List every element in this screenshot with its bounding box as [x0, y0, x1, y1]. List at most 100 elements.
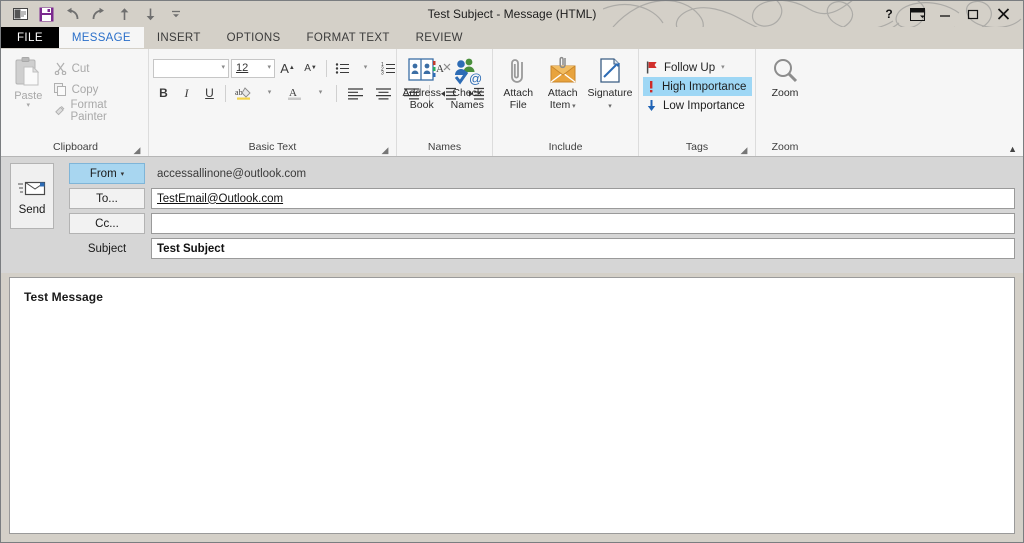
ribbon-group-clipboard: Paste ▾ Cut Copy Format Painter Clipboar…: [3, 49, 149, 156]
font-color-caret-icon[interactable]: ▾: [310, 83, 331, 104]
font-size-caret-icon[interactable]: ▾: [267, 64, 271, 72]
from-value[interactable]: accessallinone@outlook.com: [151, 163, 1015, 184]
address-book-label-line1: Address: [402, 87, 442, 99]
underline-button[interactable]: U: [199, 83, 220, 104]
tab-insert[interactable]: INSERT: [144, 27, 214, 48]
compose-header: Send From ▾ accessallinone@outlook.com T…: [1, 157, 1023, 273]
bold-label: B: [159, 86, 168, 100]
to-input[interactable]: TestEmail@Outlook.com: [151, 188, 1015, 209]
format-painter-button[interactable]: Format Painter: [50, 99, 144, 123]
save-icon[interactable]: [33, 3, 59, 25]
minimize-icon[interactable]: [931, 2, 959, 26]
subject-value: Test Subject: [157, 242, 225, 255]
address-book-button[interactable]: Address Book: [401, 53, 443, 111]
quick-access-toolbar: [1, 3, 189, 25]
zoom-button[interactable]: Zoom: [762, 53, 808, 100]
to-button[interactable]: To...: [69, 188, 145, 209]
message-body[interactable]: Test Message: [9, 277, 1015, 534]
bullets-caret-icon[interactable]: ▾: [355, 58, 376, 79]
next-item-icon[interactable]: [137, 3, 163, 25]
italic-label: I: [184, 85, 189, 100]
clipboard-group-label-text: Clipboard: [53, 141, 98, 153]
attach-item-caret-icon[interactable]: ▾: [570, 103, 576, 110]
maximize-icon[interactable]: [959, 2, 987, 26]
tab-format-text[interactable]: FORMAT TEXT: [294, 27, 403, 48]
close-icon[interactable]: [987, 2, 1019, 26]
tab-file[interactable]: FILE: [1, 27, 59, 48]
zoom-button-label: Zoom: [771, 87, 799, 99]
outlook-message-window: Test Subject - Message (HTML) ? FILE MES…: [0, 0, 1024, 543]
align-left-button[interactable]: [342, 83, 368, 104]
follow-up-caret-icon[interactable]: ▾: [721, 64, 725, 72]
signature-button[interactable]: Signature ▾: [586, 53, 634, 112]
low-importance-button[interactable]: Low Importance: [643, 96, 752, 115]
cut-button[interactable]: Cut: [50, 59, 144, 78]
attach-file-label-line2: File: [509, 98, 527, 111]
tab-review[interactable]: REVIEW: [403, 27, 476, 48]
collapse-ribbon-icon[interactable]: ▲: [1008, 144, 1017, 154]
tags-dialog-launcher[interactable]: ◢: [739, 145, 749, 155]
bullets-button[interactable]: [332, 58, 353, 79]
text-highlight-button[interactable]: ab: [231, 83, 257, 104]
bold-button[interactable]: B: [153, 83, 174, 104]
redo-icon[interactable]: [85, 3, 111, 25]
tab-message[interactable]: MESSAGE: [58, 27, 144, 48]
divider: [225, 84, 226, 102]
cc-button[interactable]: Cc...: [69, 213, 145, 234]
help-icon[interactable]: ?: [875, 2, 903, 26]
font-size-input[interactable]: 12 ▾: [231, 58, 275, 78]
high-importance-label: High Importance: [662, 80, 747, 93]
magnifier-icon: [774, 59, 798, 83]
follow-up-button[interactable]: Follow Up ▾: [643, 58, 752, 77]
svg-text:@: @: [469, 71, 482, 86]
copy-icon: [53, 83, 66, 96]
attach-item-label-line2: Item: [549, 98, 571, 111]
font-color-button[interactable]: A: [282, 83, 308, 104]
from-button[interactable]: From ▾: [69, 163, 145, 184]
title-bar: Test Subject - Message (HTML) ?: [1, 1, 1023, 27]
check-names-label-line1: Check: [452, 87, 483, 99]
numbering-button[interactable]: 123: [378, 58, 399, 79]
basic-text-group-label-text: Basic Text: [248, 141, 297, 153]
font-name-caret-icon[interactable]: ▾: [221, 64, 225, 72]
copy-label: Copy: [71, 83, 99, 96]
from-caret-icon: ▾: [120, 170, 125, 178]
grow-font-button[interactable]: A ▲: [277, 58, 298, 79]
attach-file-button[interactable]: Attach File: [497, 53, 539, 111]
font-name-input[interactable]: ▾: [153, 58, 229, 78]
send-button-label: Send: [18, 203, 46, 216]
align-center-button[interactable]: [370, 83, 396, 104]
grow-font-label: A: [280, 60, 289, 76]
undo-icon[interactable]: [59, 3, 85, 25]
customize-qat-icon[interactable]: [163, 3, 189, 25]
subject-input[interactable]: Test Subject: [151, 238, 1015, 259]
copy-button[interactable]: Copy: [50, 80, 144, 99]
cc-input[interactable]: [151, 213, 1015, 234]
zoom-group-label-text: Zoom: [771, 141, 799, 153]
attach-item-button[interactable]: Attach Item ▾: [541, 53, 583, 112]
paste-button[interactable]: Paste ▾: [7, 53, 50, 110]
clipboard-dialog-launcher[interactable]: ◢: [132, 145, 142, 155]
shrink-font-button[interactable]: A ▼: [300, 58, 321, 79]
tags-group-label-text: Tags: [685, 141, 709, 153]
paste-label: Paste: [14, 90, 43, 102]
tab-options[interactable]: OPTIONS: [214, 27, 294, 48]
outlook-icon[interactable]: [7, 3, 33, 25]
signature-caret-icon[interactable]: ▾: [608, 103, 612, 110]
check-names-icon: @: [455, 58, 482, 86]
basic-text-dialog-launcher[interactable]: ◢: [380, 145, 390, 155]
previous-item-icon[interactable]: [111, 3, 137, 25]
follow-up-label: Follow Up: [664, 61, 716, 74]
highlight-caret-icon[interactable]: ▾: [259, 83, 280, 104]
include-group-label-text: Include: [548, 141, 583, 153]
high-importance-button[interactable]: High Importance: [643, 77, 753, 96]
check-names-button[interactable]: @ Check Names: [447, 53, 489, 111]
send-button[interactable]: Send: [10, 163, 54, 229]
ribbon-display-options-icon[interactable]: [903, 2, 931, 26]
font-size-value: 12: [236, 62, 249, 74]
italic-button[interactable]: I: [176, 83, 197, 104]
svg-text:3: 3: [381, 70, 384, 75]
subject-row: Subject Test Subject: [69, 238, 1015, 259]
paste-caret-icon[interactable]: ▾: [27, 102, 31, 110]
attach-item-icon: [550, 56, 576, 83]
